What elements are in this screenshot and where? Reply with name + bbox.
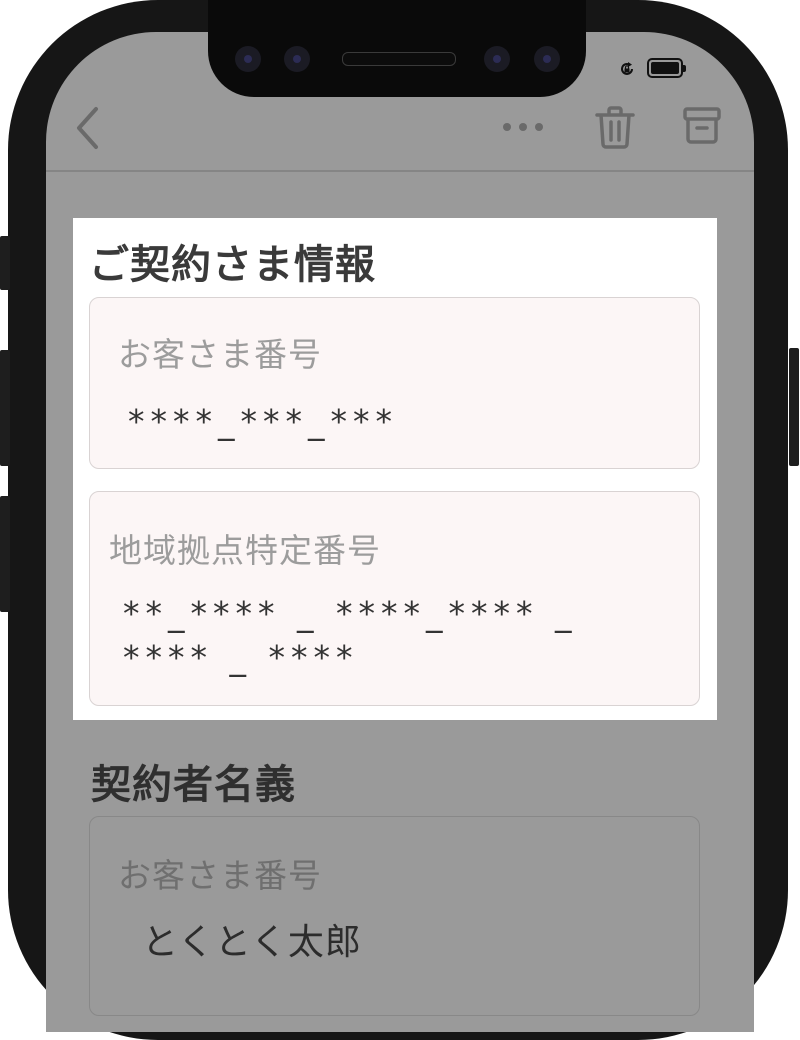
customer-number-label: お客さま番号 [118,335,322,374]
customer-number-card: お客さま番号 ****_***_*** [89,297,700,469]
speaker-grille [342,52,456,66]
sensor-icon [534,46,560,72]
holder-name-label: お客さま番号 [118,856,322,895]
sensor-icon [284,46,310,72]
notch [208,0,586,97]
customer-number-value: ****_***_*** [128,402,398,441]
toolbar-divider [46,170,754,172]
side-button-silent [0,236,10,290]
trash-icon[interactable] [595,105,635,149]
back-chevron-icon[interactable] [74,106,104,150]
more-icon[interactable] [501,122,545,132]
area-number-label: 地域拠点特定番号 [109,531,381,570]
side-button-power [789,348,799,466]
contract-holder-heading: 契約者名義 [91,762,296,808]
orientation-lock-icon [621,62,633,75]
side-button-volume-up [0,350,10,466]
contract-info-heading: ご契約さま情報 [89,242,376,288]
archive-icon[interactable] [683,107,721,145]
side-button-volume-down [0,496,10,612]
battery-icon [647,58,686,78]
camera-icon [235,46,261,72]
sensor-icon [484,46,510,72]
area-number-value-line2: **** _ **** [123,638,359,677]
holder-name-card: お客さま番号 とくとく太郎 [89,816,700,1016]
area-number-value-line1: **_**** _ ****_**** _ [123,594,578,633]
area-number-card: 地域拠点特定番号 **_**** _ ****_**** _ **** _ **… [89,491,700,706]
holder-name-value: とくとく太郎 [142,922,362,963]
